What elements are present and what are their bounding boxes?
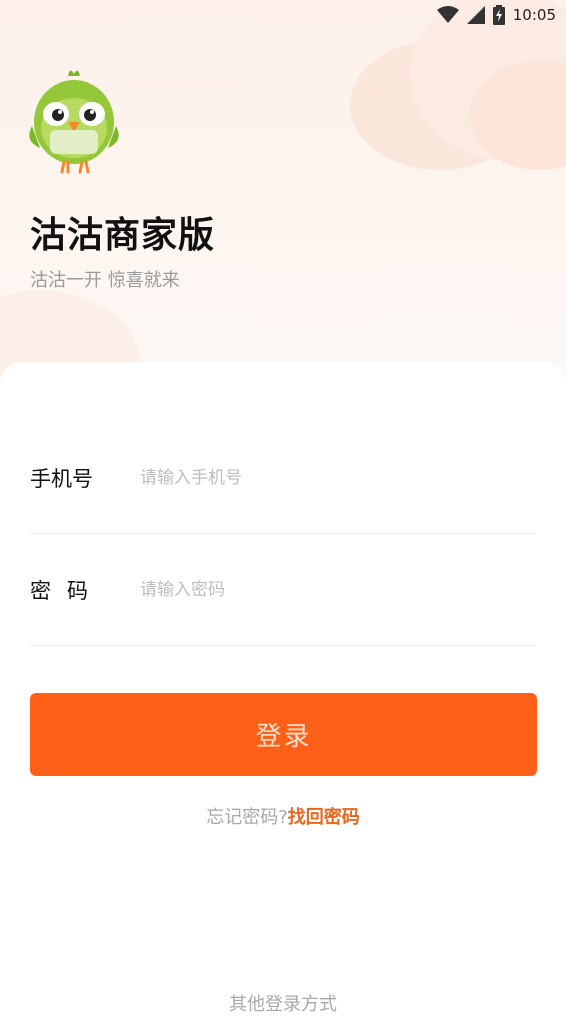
- forgot-password-line: 忘记密码?找回密码: [0, 803, 566, 829]
- hero-background: [0, 0, 566, 400]
- forgot-password-text: 忘记密码?: [206, 807, 288, 828]
- password-row: 密码: [30, 534, 536, 646]
- app-title: 沽沽商家版: [30, 215, 216, 256]
- phone-input[interactable]: [140, 457, 520, 498]
- status-bar: 10:05: [0, 0, 566, 30]
- signal-icon: [466, 6, 485, 24]
- bird-mascot-logo: [29, 70, 119, 174]
- password-label: 密码: [30, 578, 104, 603]
- password-input[interactable]: [140, 569, 520, 610]
- wifi-icon: [436, 6, 459, 23]
- battery-charging-icon: [492, 5, 505, 25]
- app-slogan: 沽沽一开 惊喜就来: [30, 270, 180, 291]
- phone-row: 手机号: [30, 422, 536, 534]
- other-login-methods-label: 其他登录方式: [229, 994, 337, 1015]
- recover-password-link[interactable]: 找回密码: [288, 807, 360, 828]
- phone-label: 手机号: [30, 466, 93, 491]
- status-time: 10:05: [512, 6, 556, 24]
- login-button[interactable]: 登录: [30, 693, 537, 776]
